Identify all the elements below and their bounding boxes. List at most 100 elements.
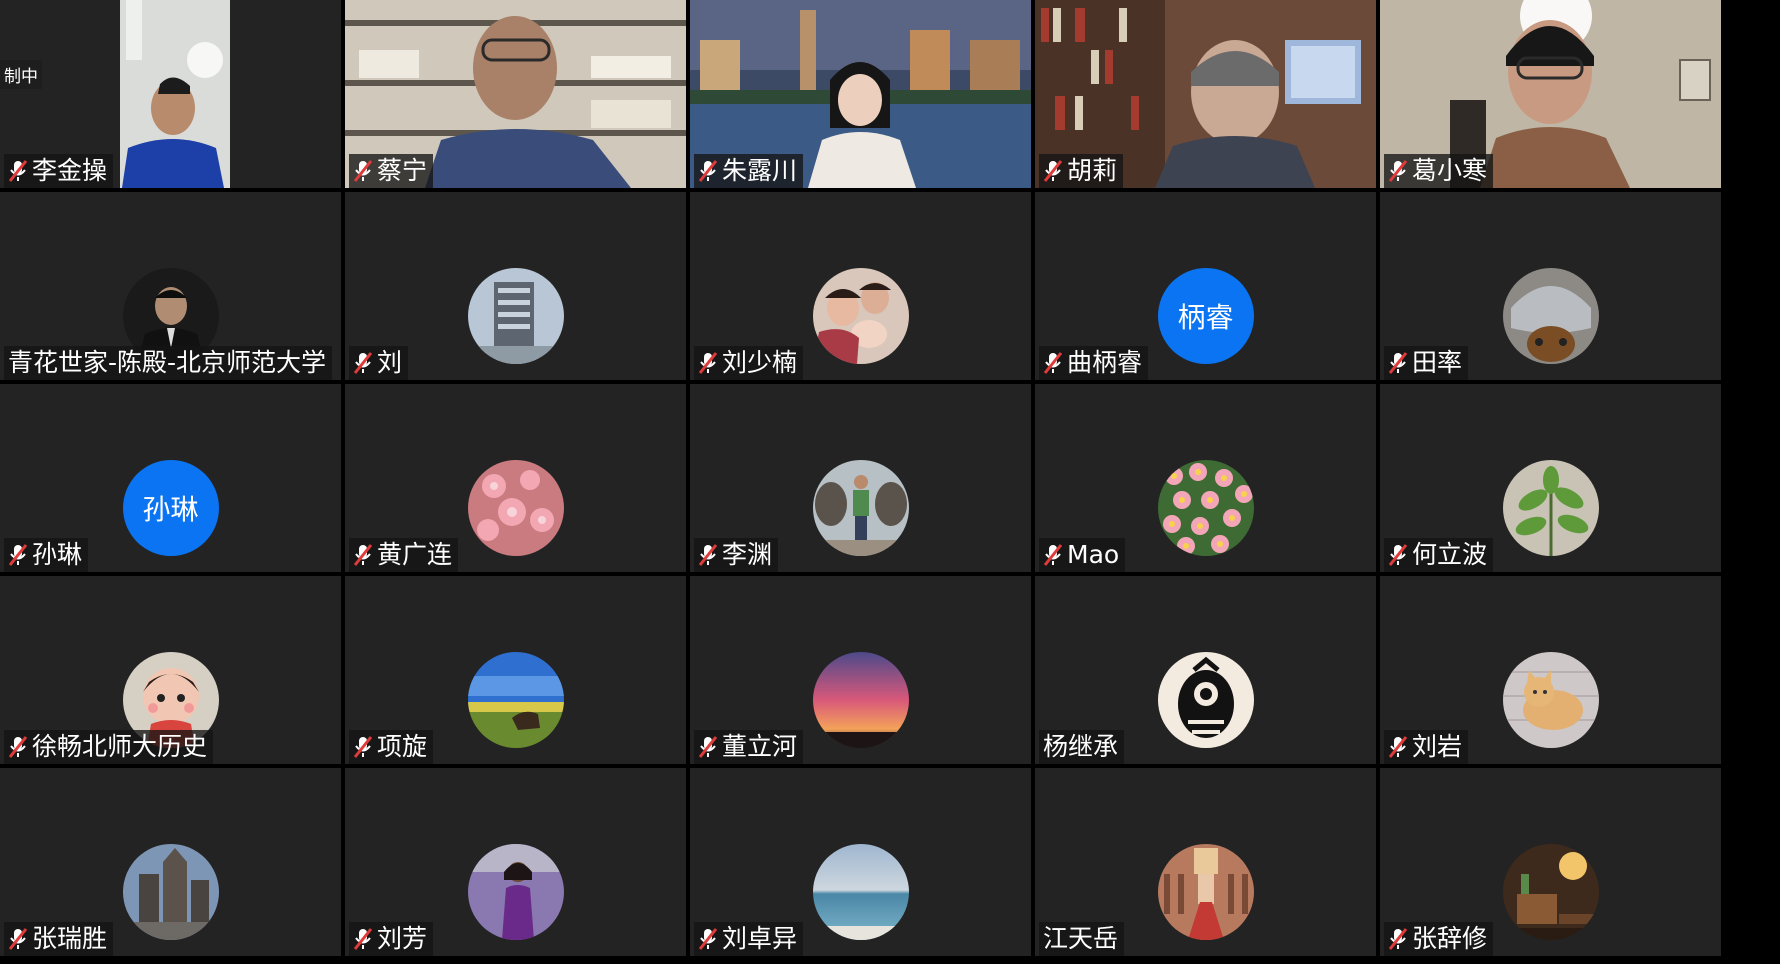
participant-tile[interactable]: Mao	[1035, 384, 1376, 572]
participant-name: 杨继承	[1043, 732, 1119, 761]
participant-tile[interactable]: 江天岳	[1035, 768, 1376, 956]
avatar	[1502, 652, 1599, 748]
participant-tile[interactable]: 刘卓异	[690, 768, 1031, 956]
avatar	[1157, 844, 1254, 940]
participant-name: 朱露川	[722, 156, 798, 185]
participant-name-label: 徐畅北师大历史	[4, 730, 214, 764]
mic-muted-icon	[698, 735, 718, 759]
participant-name-label: 杨继承	[1039, 730, 1125, 764]
avatar	[1502, 268, 1599, 364]
participant-name: 黄广连	[377, 540, 453, 569]
avatar	[812, 268, 909, 364]
mic-muted-icon	[8, 543, 28, 567]
mic-muted-icon	[698, 351, 718, 375]
avatar	[467, 268, 564, 364]
avatar	[1157, 460, 1254, 556]
participant-name: 董立河	[722, 732, 798, 761]
participant-name: 刘芳	[377, 924, 428, 953]
participant-name-label: Mao	[1039, 538, 1126, 572]
participant-tile[interactable]: 何立波	[1380, 384, 1721, 572]
participant-tile[interactable]: 葛小寒	[1380, 0, 1721, 188]
participant-tile[interactable]: 杨继承	[1035, 576, 1376, 764]
participant-tile[interactable]: 青花世家-陈殿-北京师范大学	[0, 192, 341, 380]
avatar: 孙琳	[122, 460, 219, 556]
participant-tile[interactable]: 蔡宁	[345, 0, 686, 188]
mic-muted-icon	[1043, 159, 1063, 183]
mic-muted-icon	[8, 159, 28, 183]
participant-tile[interactable]: 刘	[345, 192, 686, 380]
participant-name-label: 张瑞胜	[4, 922, 114, 956]
participant-name-label: 何立波	[1384, 538, 1494, 572]
participant-name-label: 青花世家-陈殿-北京师范大学	[4, 346, 333, 380]
mic-muted-icon	[1388, 543, 1408, 567]
participant-name-label: 项旋	[349, 730, 434, 764]
mic-muted-icon	[1388, 735, 1408, 759]
avatar	[812, 460, 909, 556]
participant-name-label: 朱露川	[694, 154, 804, 188]
participant-tile[interactable]: 张辞修	[1380, 768, 1721, 956]
avatar	[812, 844, 909, 940]
avatar	[1502, 844, 1599, 940]
participant-name-label: 江天岳	[1039, 922, 1125, 956]
participant-name-label: 黄广连	[349, 538, 459, 572]
participant-tile[interactable]: 黄广连	[345, 384, 686, 572]
mic-muted-icon	[353, 159, 373, 183]
participant-name-label: 董立河	[694, 730, 804, 764]
avatar	[467, 844, 564, 940]
participant-name-label: 刘岩	[1384, 730, 1469, 764]
mic-muted-icon	[698, 543, 718, 567]
participant-name-label: 胡莉	[1039, 154, 1124, 188]
avatar	[812, 652, 909, 748]
mic-muted-icon	[1043, 543, 1063, 567]
avatar	[467, 460, 564, 556]
participant-tile[interactable]: 徐畅北师大历史	[0, 576, 341, 764]
mic-muted-icon	[698, 159, 718, 183]
participant-name-label: 曲柄睿	[1039, 346, 1149, 380]
participant-tile[interactable]: 刘岩	[1380, 576, 1721, 764]
mic-muted-icon	[1043, 351, 1063, 375]
mic-muted-icon	[1388, 927, 1408, 951]
participant-tile[interactable]: 制中 李金操	[0, 0, 341, 188]
participant-tile[interactable]: 田率	[1380, 192, 1721, 380]
mic-muted-icon	[1388, 351, 1408, 375]
mic-muted-icon	[353, 351, 373, 375]
participant-name-label: 刘卓异	[694, 922, 804, 956]
participant-tile[interactable]: 刘芳	[345, 768, 686, 956]
participant-tile[interactable]: 李渊	[690, 384, 1031, 572]
participant-tile[interactable]: 刘少楠	[690, 192, 1031, 380]
participant-name: 曲柄睿	[1067, 348, 1143, 377]
participant-name-label: 刘芳	[349, 922, 434, 956]
avatar	[122, 844, 219, 940]
participant-tile[interactable]: 朱露川	[690, 0, 1031, 188]
participant-name: 徐畅北师大历史	[32, 732, 208, 761]
mic-muted-icon	[698, 927, 718, 951]
participant-name-label: 田率	[1384, 346, 1469, 380]
participant-tile[interactable]: 胡莉	[1035, 0, 1376, 188]
participant-name: 李渊	[722, 540, 773, 569]
participant-name-label: 刘	[349, 346, 409, 380]
participant-name: 张辞修	[1412, 924, 1488, 953]
avatar: 柄睿	[1157, 268, 1254, 364]
mic-muted-icon	[1388, 159, 1408, 183]
participant-name: 李金操	[32, 156, 108, 185]
participant-tile[interactable]: 孙琳 孙琳	[0, 384, 341, 572]
participant-name-label: 蔡宁	[349, 154, 434, 188]
participant-tile[interactable]: 柄睿 曲柄睿	[1035, 192, 1376, 380]
participant-name: 刘岩	[1412, 732, 1463, 761]
participant-name: 项旋	[377, 732, 428, 761]
recording-indicator: 制中	[0, 60, 42, 89]
participant-name: 胡莉	[1067, 156, 1118, 185]
avatar	[1502, 460, 1599, 556]
mic-muted-icon	[8, 927, 28, 951]
participant-tile[interactable]: 项旋	[345, 576, 686, 764]
participant-name-label: 张辞修	[1384, 922, 1494, 956]
participant-name-label: 孙琳	[4, 538, 89, 572]
participant-tile[interactable]: 董立河	[690, 576, 1031, 764]
mic-muted-icon	[353, 543, 373, 567]
participant-name: 刘少楠	[722, 348, 798, 377]
participant-name: 刘	[377, 348, 403, 377]
mic-muted-icon	[353, 927, 373, 951]
participant-name-label: 李渊	[694, 538, 779, 572]
participant-tile[interactable]: 张瑞胜	[0, 768, 341, 956]
participant-name: Mao	[1067, 540, 1120, 569]
